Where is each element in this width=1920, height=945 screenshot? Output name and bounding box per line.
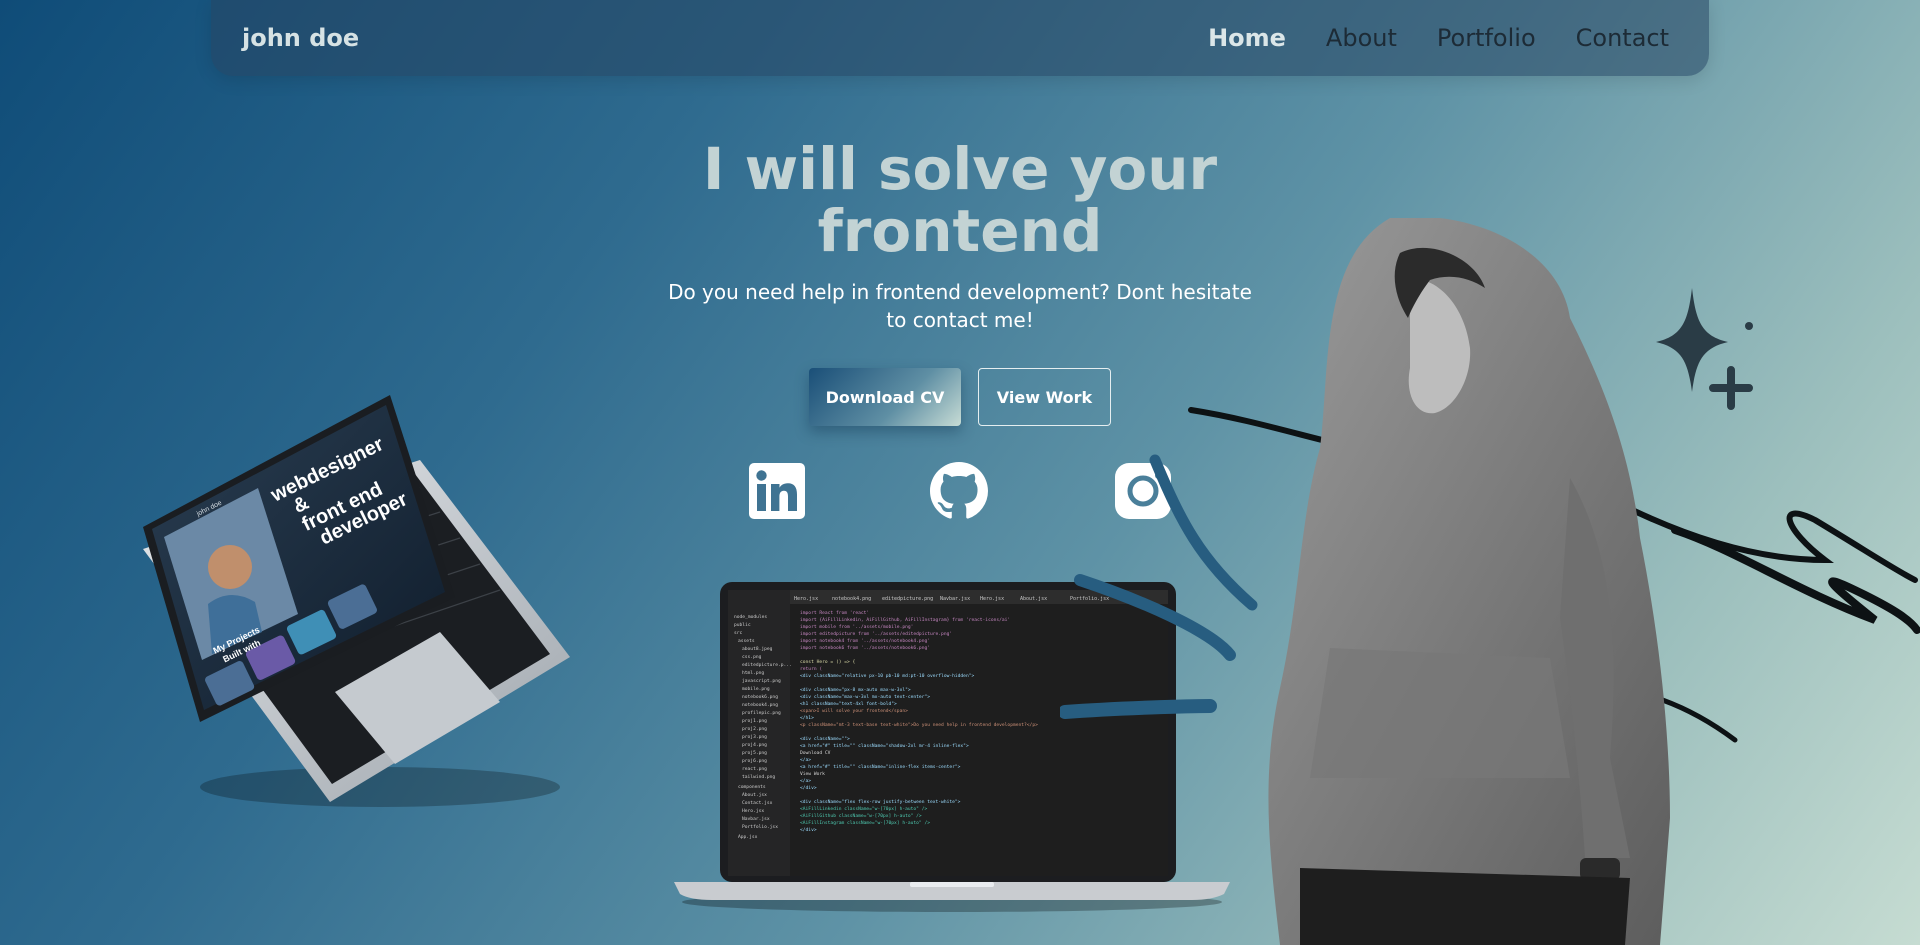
svg-text:assets: assets xyxy=(738,638,755,644)
svg-text:profilepic.png: profilepic.png xyxy=(742,710,781,716)
nav-link-portfolio[interactable]: Portfolio xyxy=(1437,24,1536,52)
view-work-button[interactable]: View Work xyxy=(978,368,1111,426)
svg-text:proj4.png: proj4.png xyxy=(742,742,767,748)
svg-text:return (: return ( xyxy=(800,666,822,672)
svg-text:notebook4.png: notebook4.png xyxy=(742,702,778,708)
svg-text:About.jsx: About.jsx xyxy=(1020,596,1047,602)
svg-text:react.png: react.png xyxy=(742,766,767,772)
svg-text:Download CV: Download CV xyxy=(800,750,831,756)
svg-text:const Hero = () => {: const Hero = () => { xyxy=(800,659,856,665)
svg-text:Hero.jsx: Hero.jsx xyxy=(742,808,764,814)
svg-text:</a>: </a> xyxy=(800,757,811,763)
hero-title-line2: frontend xyxy=(817,197,1103,265)
svg-text:App.jsx: App.jsx xyxy=(738,834,758,840)
svg-text:import notebook6 from '../asse: import notebook6 from '../assets/noteboo… xyxy=(800,645,930,651)
svg-text:Hero.jsx: Hero.jsx xyxy=(794,596,818,602)
github-icon[interactable] xyxy=(930,462,988,520)
navbar: john doe Home About Portfolio Contact xyxy=(211,0,1709,76)
svg-text:node_modules: node_modules xyxy=(734,614,767,620)
svg-text:<h1 className="text-4xl font-b: <h1 className="text-4xl font-bold"> xyxy=(800,701,897,707)
svg-text:</a>: </a> xyxy=(800,778,811,784)
svg-text:<span>I will solve your fronte: <span>I will solve your frontend</span> xyxy=(800,708,908,714)
svg-text:javascript.png: javascript.png xyxy=(742,678,781,684)
svg-text:tailwind.png: tailwind.png xyxy=(742,774,775,780)
svg-text:Navbar.jsx: Navbar.jsx xyxy=(940,596,970,602)
svg-text:<div className="">: <div className=""> xyxy=(800,736,850,742)
svg-text:css.png: css.png xyxy=(742,655,762,660)
svg-text:View Work: View Work xyxy=(800,771,825,777)
svg-text:notebook4.png: notebook4.png xyxy=(832,596,871,602)
svg-text:</h1>: </h1> xyxy=(800,715,814,721)
svg-text:editedpicture.png: editedpicture.png xyxy=(882,596,933,602)
svg-text:mobile.png: mobile.png xyxy=(742,686,770,692)
laptop-left-illustration: webdesigner & front end developer john d… xyxy=(143,395,570,807)
svg-text:</div>: </div> xyxy=(800,827,817,833)
svg-text:proj2.png: proj2.png xyxy=(742,726,767,732)
svg-text:<AiFillGithub className="w-[70: <AiFillGithub className="w-[70px] h-auto… xyxy=(800,813,922,819)
nav-links: Home About Portfolio Contact xyxy=(1208,24,1669,52)
svg-text:import {AiFillLinkedin, AiFill: import {AiFillLinkedin, AiFillGithub, Ai… xyxy=(800,617,1010,623)
svg-text:public: public xyxy=(734,622,751,628)
nav-link-contact[interactable]: Contact xyxy=(1576,24,1669,52)
svg-text:</div>: </div> xyxy=(800,785,817,791)
svg-text:<p className="mt-3 text-base t: <p className="mt-3 text-base text-white"… xyxy=(800,722,1038,728)
svg-text:notebook6.png: notebook6.png xyxy=(742,694,778,700)
download-cv-button[interactable]: Download CV xyxy=(809,368,961,426)
svg-text:proj6.png: proj6.png xyxy=(742,758,767,764)
svg-text:components: components xyxy=(738,784,766,790)
svg-text:<a href="#" title="" className: <a href="#" title="" className="inline-f… xyxy=(800,764,961,770)
svg-text:<div className="flex flex-row: <div className="flex flex-row justify-be… xyxy=(800,799,961,805)
svg-text:<div className="relative px-10: <div className="relative px-10 pb-10 md:… xyxy=(800,673,974,679)
linkedin-icon[interactable] xyxy=(748,462,806,520)
person-illustration xyxy=(1268,218,1670,945)
svg-text:import notebook4 from '../asse: import notebook4 from '../assets/noteboo… xyxy=(800,638,930,644)
blue-stroke-decoration xyxy=(1060,454,1258,719)
svg-text:<div className="px-8 mx-auto m: <div className="px-8 mx-auto max-w-3xl"> xyxy=(800,687,911,693)
nav-link-home[interactable]: Home xyxy=(1208,24,1286,52)
brand-logo[interactable]: john doe xyxy=(242,24,359,52)
svg-text:Navbar.jsx: Navbar.jsx xyxy=(742,816,770,822)
hero-title: I will solve your frontend xyxy=(660,138,1260,262)
svg-text:<AiFillInstagram className="w-: <AiFillInstagram className="w-[70px] h-a… xyxy=(800,820,930,826)
nav-link-about[interactable]: About xyxy=(1326,24,1397,52)
svg-text:Portfolio.jsx: Portfolio.jsx xyxy=(742,824,778,830)
svg-text:import editedpicture from '../: import editedpicture from '../assets/edi… xyxy=(800,631,952,637)
hero-subtitle: Do you need help in frontend development… xyxy=(668,280,1252,332)
svg-text:About.jsx: About.jsx xyxy=(742,792,767,798)
svg-text:src: src xyxy=(734,631,743,636)
svg-text:<div className="max-w-3xl mx-a: <div className="max-w-3xl mx-auto text-c… xyxy=(800,694,930,700)
svg-text:proj1.png: proj1.png xyxy=(742,718,767,724)
svg-text:about8.jpeg: about8.jpeg xyxy=(742,646,773,652)
svg-text:proj3.png: proj3.png xyxy=(742,734,767,740)
svg-text:import mobile from '../assets/: import mobile from '../assets/mobile.png… xyxy=(800,624,913,630)
svg-text:import React from 'react': import React from 'react' xyxy=(800,610,869,616)
svg-text:editedpicture.p...: editedpicture.p... xyxy=(742,662,792,668)
svg-text:Contact.jsx: Contact.jsx xyxy=(742,800,773,806)
svg-text:<a href="#" title="" className: <a href="#" title="" className="shadow-2… xyxy=(800,743,969,749)
svg-text:proj5.png: proj5.png xyxy=(742,750,767,756)
svg-text:Hero.jsx: Hero.jsx xyxy=(980,596,1004,602)
svg-text:html.png: html.png xyxy=(742,670,764,676)
svg-text:<AiFillLinkedin className="w-[: <AiFillLinkedin className="w-[70px] h-au… xyxy=(800,806,927,812)
hero-title-line1: I will solve your xyxy=(702,135,1218,203)
